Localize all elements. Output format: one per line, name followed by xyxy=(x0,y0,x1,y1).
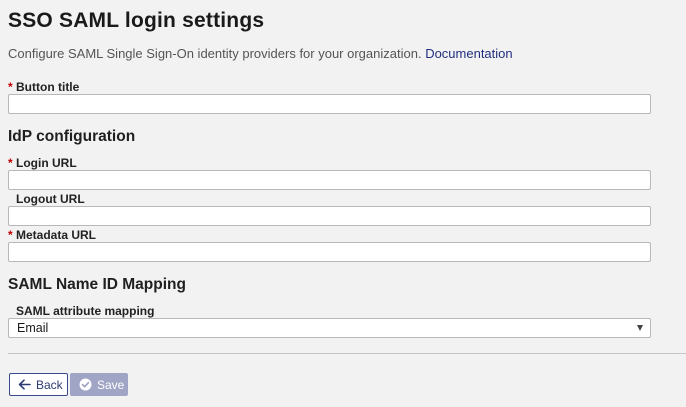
logout-url-label-text: Logout URL xyxy=(16,192,85,206)
page-description: Configure SAML Single Sign-On identity p… xyxy=(8,46,513,61)
save-button-label: Save xyxy=(97,377,125,392)
login-url-label-text: Login URL xyxy=(16,156,77,170)
required-marker: * xyxy=(8,80,13,94)
login-url-label: * Login URL xyxy=(8,156,77,170)
save-button[interactable]: Save xyxy=(70,373,128,396)
back-button[interactable]: Back xyxy=(9,373,68,396)
chevron-down-icon xyxy=(637,325,643,331)
idp-configuration-heading: IdP configuration xyxy=(8,128,136,145)
saml-attribute-mapping-label-text: SAML attribute mapping xyxy=(16,304,155,318)
required-marker: * xyxy=(8,228,13,242)
button-title-label-text: Button title xyxy=(16,80,80,94)
logout-url-input[interactable] xyxy=(8,206,651,226)
saml-name-id-mapping-heading: SAML Name ID Mapping xyxy=(8,276,186,293)
required-marker: * xyxy=(8,156,13,170)
login-url-input[interactable] xyxy=(8,170,651,190)
page-title: SSO SAML login settings xyxy=(8,9,265,32)
logout-url-label: Logout URL xyxy=(8,192,85,206)
arrow-left-icon xyxy=(18,379,31,390)
saml-attribute-mapping-select[interactable]: Email xyxy=(8,318,651,338)
description-text: Configure SAML Single Sign-On identity p… xyxy=(8,46,422,61)
metadata-url-label-text: Metadata URL xyxy=(16,228,97,242)
select-value: Email xyxy=(17,321,49,335)
button-title-input[interactable] xyxy=(8,94,651,114)
sso-saml-settings-page: SSO SAML login settings Configure SAML S… xyxy=(0,0,686,407)
back-button-label: Back xyxy=(36,377,63,392)
saml-attribute-mapping-label: SAML attribute mapping xyxy=(8,304,154,318)
documentation-link[interactable]: Documentation xyxy=(425,46,512,61)
metadata-url-input[interactable] xyxy=(8,242,651,262)
check-circle-icon xyxy=(79,378,92,391)
metadata-url-label: * Metadata URL xyxy=(8,228,96,242)
divider xyxy=(8,353,686,354)
button-title-label: * Button title xyxy=(8,80,79,94)
